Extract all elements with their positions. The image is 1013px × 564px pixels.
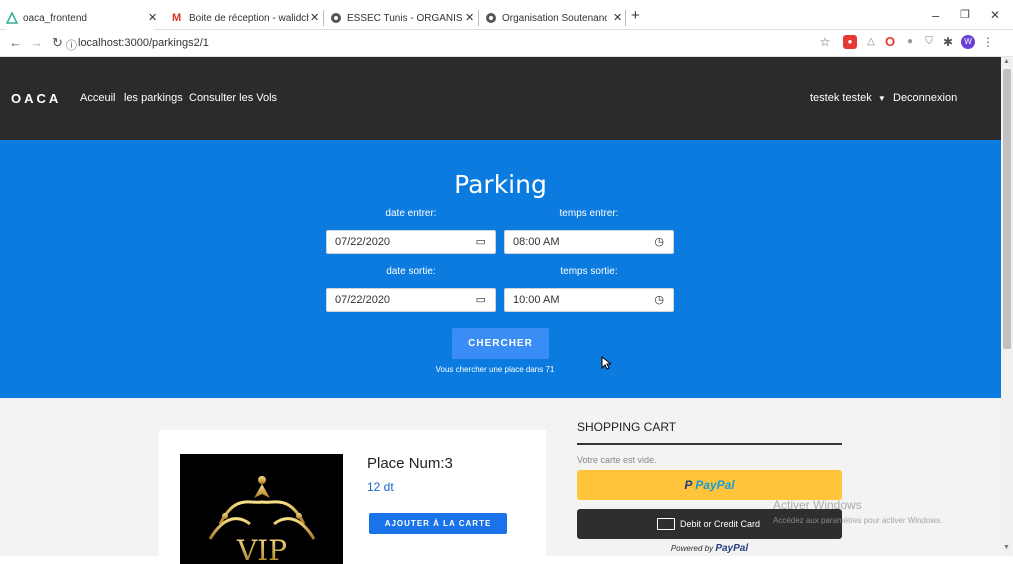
restore-icon[interactable]: ❐	[960, 8, 970, 21]
forward-arrow-icon[interactable]: →	[30, 35, 43, 50]
temps-sortie-label: temps sortie:	[560, 266, 618, 277]
tab-gmail[interactable]: M Boite de réception - walidchekiri	[172, 6, 318, 30]
info-icon[interactable]: ⓘ	[66, 37, 77, 53]
temps-sortie-value: 10:00 AM	[513, 294, 560, 306]
cart-empty-text: Votre carte est vide.	[577, 455, 657, 465]
windows-activation-text: Accédez aux paramètres pour activer Wind…	[773, 516, 943, 525]
bookmark-star-icon[interactable]: ☆	[818, 35, 832, 49]
extension-triangle-icon[interactable]: △	[864, 35, 878, 49]
user-name: testek testek	[810, 92, 872, 104]
gmail-icon: M	[172, 12, 182, 24]
back-arrow-icon[interactable]: ←	[9, 35, 22, 50]
extension-red-icon[interactable]: ●	[843, 35, 857, 49]
new-tab-button[interactable]: +	[631, 7, 640, 24]
tab-divider	[478, 10, 479, 26]
powered-by-text: Powered by	[670, 544, 714, 553]
vip-logo-text: VIP	[236, 534, 287, 564]
calendar-icon[interactable]: ▭	[476, 293, 486, 306]
url-field[interactable]: localhost:3000/parkings2/1	[78, 37, 209, 49]
tab-label: Organisation Soutenance LAIG T	[502, 12, 607, 24]
browser-tab-strip: oaca_frontend ✕ M Boite de réception - w…	[0, 0, 1013, 30]
tab-label: oaca_frontend	[23, 12, 87, 24]
date-sortie-label: date sortie:	[386, 266, 436, 277]
cart-title: SHOPPING CART	[577, 420, 677, 434]
date-sortie-input[interactable]: 07/22/2020 ▭	[326, 288, 496, 312]
clock-icon[interactable]: ◷	[654, 293, 664, 306]
nav-link-parkings[interactable]: les parkings	[124, 92, 183, 104]
date-entrer-input[interactable]: 07/22/2020 ▭	[326, 230, 496, 254]
parking-search-section: Parking date entrer: temps entrer: 07/22…	[0, 140, 1001, 398]
user-dropdown[interactable]: testek testek ▼	[810, 92, 886, 104]
place-card: VIP Place Num:3 12 dt AJOUTER À LA CARTE	[159, 430, 546, 564]
scroll-down-icon[interactable]: ▼	[1003, 544, 1010, 551]
temps-sortie-input[interactable]: 10:00 AM ◷	[504, 288, 674, 312]
extensions-puzzle-icon[interactable]: ✱	[941, 35, 955, 49]
nav-link-vols[interactable]: Consulter les Vols	[189, 92, 277, 104]
globe-icon	[330, 12, 342, 24]
close-tab-icon[interactable]: ✕	[465, 11, 474, 24]
tab-divider	[323, 10, 324, 26]
page-title: Parking	[454, 170, 547, 199]
mouse-cursor-icon	[601, 356, 611, 370]
tab-divider	[625, 10, 626, 26]
card-label: Debit or Credit Card	[680, 519, 761, 529]
minimize-icon[interactable]: –	[932, 8, 939, 23]
tab-oaca-frontend[interactable]: oaca_frontend	[6, 6, 154, 30]
paypal-brand-text: PayPal	[715, 543, 749, 554]
window-close-icon[interactable]: ✕	[990, 8, 1000, 22]
address-bar: ← → ↻ ⓘ localhost:3000/parkings2/1 ☆ ● △…	[0, 30, 1013, 57]
tab-label: ESSEC Tunis - ORGANISATION D	[347, 12, 462, 24]
tab-soutenance[interactable]: Organisation Soutenance LAIG T	[485, 6, 613, 30]
credit-card-icon	[657, 518, 675, 530]
search-hint-text: Vous chercher une place dans 71	[435, 365, 555, 374]
brand-logo[interactable]: OACA	[11, 91, 61, 106]
page-scrollbar[interactable]: ▲ ▼	[1001, 57, 1013, 556]
close-tab-icon[interactable]: ✕	[613, 11, 622, 24]
caret-down-icon: ▼	[877, 94, 886, 103]
search-button[interactable]: CHERCHER	[452, 328, 549, 359]
logout-link[interactable]: Deconnexion	[893, 92, 957, 104]
add-to-cart-button[interactable]: AJOUTER À LA CARTE	[369, 513, 507, 534]
profile-avatar[interactable]: W	[961, 35, 975, 49]
vip-image: VIP	[180, 454, 343, 564]
nav-link-acceuil[interactable]: Acceuil	[80, 92, 115, 104]
scrollbar-thumb[interactable]	[1003, 69, 1011, 349]
clock-icon[interactable]: ◷	[654, 235, 664, 248]
extension-shield-icon[interactable]: ⛉	[922, 35, 936, 49]
extension-gray-icon[interactable]: ●	[903, 35, 917, 49]
cart-divider	[577, 443, 842, 445]
results-section: VIP Place Num:3 12 dt AJOUTER À LA CARTE…	[0, 398, 1001, 564]
paypal-p-icon: P	[684, 478, 692, 492]
scroll-up-icon[interactable]: ▲	[1003, 58, 1010, 65]
temps-entrer-input[interactable]: 08:00 AM ◷	[504, 230, 674, 254]
temps-entrer-label: temps entrer:	[559, 208, 619, 219]
triangle-logo-icon	[6, 11, 19, 24]
reload-icon[interactable]: ↻	[52, 35, 63, 51]
temps-entrer-value: 08:00 AM	[513, 236, 560, 248]
opera-icon[interactable]: O	[883, 35, 897, 49]
windows-activation-title: Activer Windows	[773, 498, 862, 512]
date-entrer-value: 07/22/2020	[335, 236, 391, 248]
paypal-label: PayPal	[695, 478, 735, 492]
paypal-button[interactable]: P PayPal	[577, 470, 842, 500]
place-price: 12 dt	[367, 480, 394, 494]
place-title: Place Num:3	[367, 455, 453, 472]
close-tab-icon[interactable]: ✕	[148, 11, 157, 24]
tab-label: Boite de réception - walidchekiri	[189, 12, 309, 24]
powered-by-paypal: Powered by PayPal	[577, 543, 842, 554]
globe-icon	[485, 12, 497, 24]
chrome-menu-icon[interactable]: ⋮	[981, 35, 995, 49]
app-navbar: OACA Acceuil les parkings Consulter les …	[0, 57, 1001, 140]
date-sortie-value: 07/22/2020	[335, 294, 391, 306]
close-tab-icon[interactable]: ✕	[310, 11, 319, 24]
tab-essec[interactable]: ESSEC Tunis - ORGANISATION D	[330, 6, 470, 30]
calendar-icon[interactable]: ▭	[476, 235, 486, 248]
date-entrer-label: date entrer:	[385, 208, 437, 219]
